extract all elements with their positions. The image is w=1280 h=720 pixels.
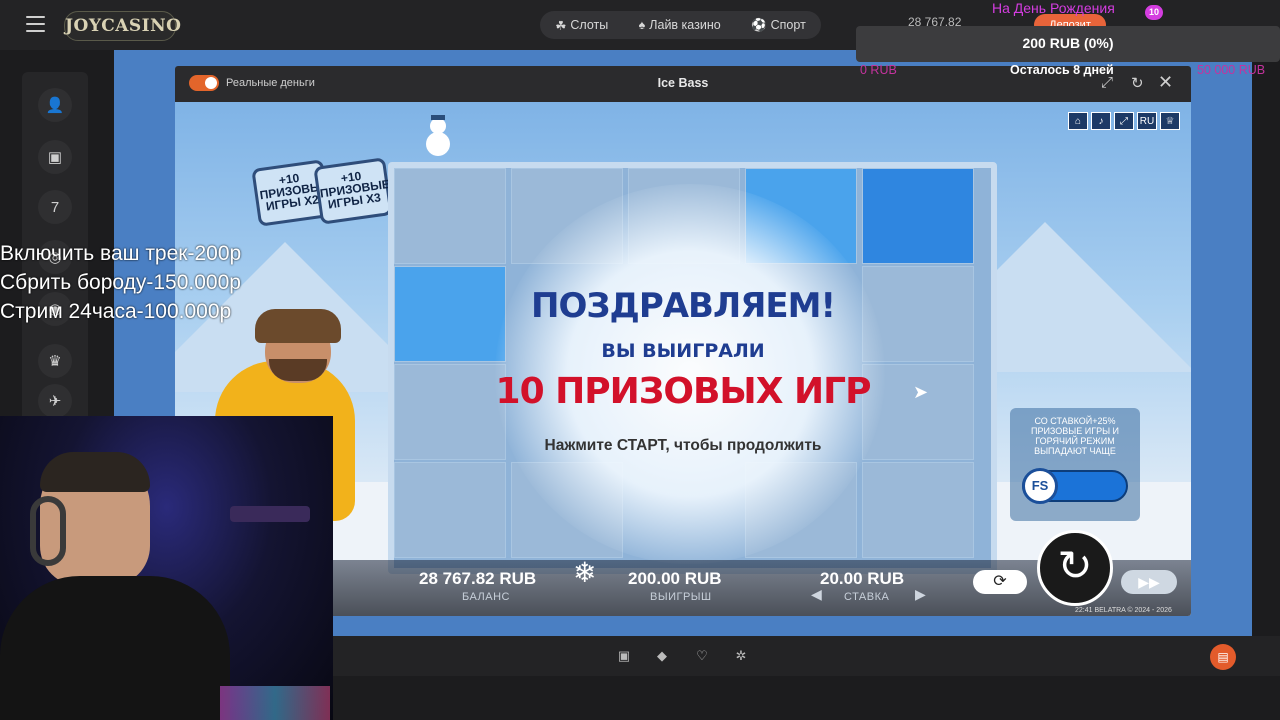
bet-increase-icon[interactable]: ▶: [915, 586, 926, 603]
headphones-icon: [30, 496, 66, 566]
user-icon[interactable]: 👤: [38, 88, 72, 122]
balance-label: БАЛАНС: [462, 591, 510, 603]
bet-boost-toggle[interactable]: FS: [1022, 468, 1128, 504]
bet-boost-box: СО СТАВКОЙ+25% ПРИЗОВЫЕ ИГРЫ И ГОРЯЧИЙ Р…: [1010, 408, 1140, 521]
win-label: ВЫИГРЫШ: [650, 591, 712, 603]
support-chat-button[interactable]: ▤: [1210, 644, 1236, 670]
wallet-icon[interactable]: ▣: [38, 140, 72, 174]
promo-max: 50 000 RUB: [1197, 63, 1266, 77]
bet-label: СТАВКА: [844, 591, 890, 603]
soccer-ball-icon: ⚽: [751, 17, 767, 32]
slots-icon: ☘: [555, 18, 567, 33]
promo-title: На День Рождения: [992, 0, 1115, 16]
trophy-icon[interactable]: ♕: [1160, 112, 1180, 130]
game-copyright: 22:41 BELATRA © 2024 - 2026: [1075, 607, 1172, 614]
fs-button: FS: [1022, 468, 1058, 504]
congrats-heading: ПОЗДРАВЛЯЕМ!: [531, 286, 836, 326]
reel-cell-whirl: [862, 168, 974, 264]
turbo-button[interactable]: ▶▶: [1121, 570, 1177, 594]
slots-icon[interactable]: 7: [38, 190, 72, 224]
stream-goal-line: Стрим 24часа-100.000р: [0, 300, 232, 323]
promo-remaining: Осталось 8 дней: [1010, 63, 1114, 77]
stream-goal-line: Сбрить бороду-150.000р: [0, 271, 241, 294]
snowflake-icon: ❄: [573, 557, 597, 588]
nav-slots[interactable]: ☘ Слоты: [555, 18, 608, 33]
crown-icon[interactable]: ♛: [38, 344, 72, 378]
main-nav: ☘ Слоты ♠ Лайв казино ⚽ Спорт: [540, 11, 821, 39]
promo-amount-box: 200 RUB (0%): [856, 26, 1280, 62]
home-icon[interactable]: ⌂: [1068, 112, 1088, 130]
reel-cell-ice-hole: [394, 168, 506, 264]
language-button[interactable]: RU: [1137, 112, 1157, 130]
site-logo[interactable]: JOYCASINO: [64, 11, 181, 41]
promo-badge: 10: [1145, 5, 1163, 20]
settings-icon[interactable]: ✲: [732, 647, 750, 665]
autospin-button[interactable]: ⟳: [973, 570, 1027, 594]
reload-icon[interactable]: ↻: [1131, 74, 1144, 92]
prize-text: 10 ПРИЗОВЫХ ИГР: [495, 371, 872, 412]
live-casino-icon: ♠: [638, 18, 646, 32]
ticket-icon[interactable]: ◆: [653, 647, 671, 665]
sound-icon[interactable]: ♪: [1091, 112, 1111, 130]
snowman-icon: [426, 115, 450, 156]
background-shelf: [230, 506, 310, 522]
menu-icon[interactable]: [26, 16, 45, 32]
game-toolbar: ⌂ ♪ ⤢ RU ♕: [1068, 112, 1180, 130]
mouse-cursor-icon: ➤: [913, 382, 929, 402]
bet-boost-text: СО СТАВКОЙ+25% ПРИЗОВЫЕ ИГРЫ И ГОРЯЧИЙ Р…: [1030, 416, 1120, 456]
balance-value: 28 767.82 RUB: [419, 569, 537, 588]
streamer-hair: [40, 452, 150, 492]
you-won-text: ВЫ ВЫИГРАЛИ: [601, 340, 765, 362]
promo-min: 0 RUB: [860, 63, 897, 77]
streamer-body: [0, 576, 230, 720]
rgb-keyboard: [220, 686, 330, 720]
aviator-icon[interactable]: ✈: [38, 384, 72, 418]
stream-goal-line: Включить ваш трек-200р: [0, 242, 242, 265]
nav-live-casino[interactable]: ♠ Лайв казино: [639, 18, 721, 32]
gift-icon[interactable]: ▣: [615, 647, 633, 665]
close-icon[interactable]: ✕: [1158, 72, 1173, 93]
nav-sport[interactable]: ⚽ Спорт: [751, 18, 806, 33]
webcam-overlay: [0, 416, 333, 720]
reel-cell-tackle-box: [862, 462, 974, 558]
bet-value: 20.00 RUB: [820, 569, 905, 588]
reel-cell-rod: [394, 462, 506, 558]
game-title: Ice Bass: [657, 76, 709, 90]
spin-button[interactable]: ↻: [1037, 530, 1113, 606]
fullscreen-icon[interactable]: ⤢: [1114, 112, 1134, 130]
win-value: 200.00 RUB: [628, 569, 722, 588]
prize-games-x3-badge: +10 ПРИЗОВЫЕ ИГРЫ X3: [313, 157, 393, 225]
heart-icon[interactable]: ♡: [693, 647, 711, 665]
